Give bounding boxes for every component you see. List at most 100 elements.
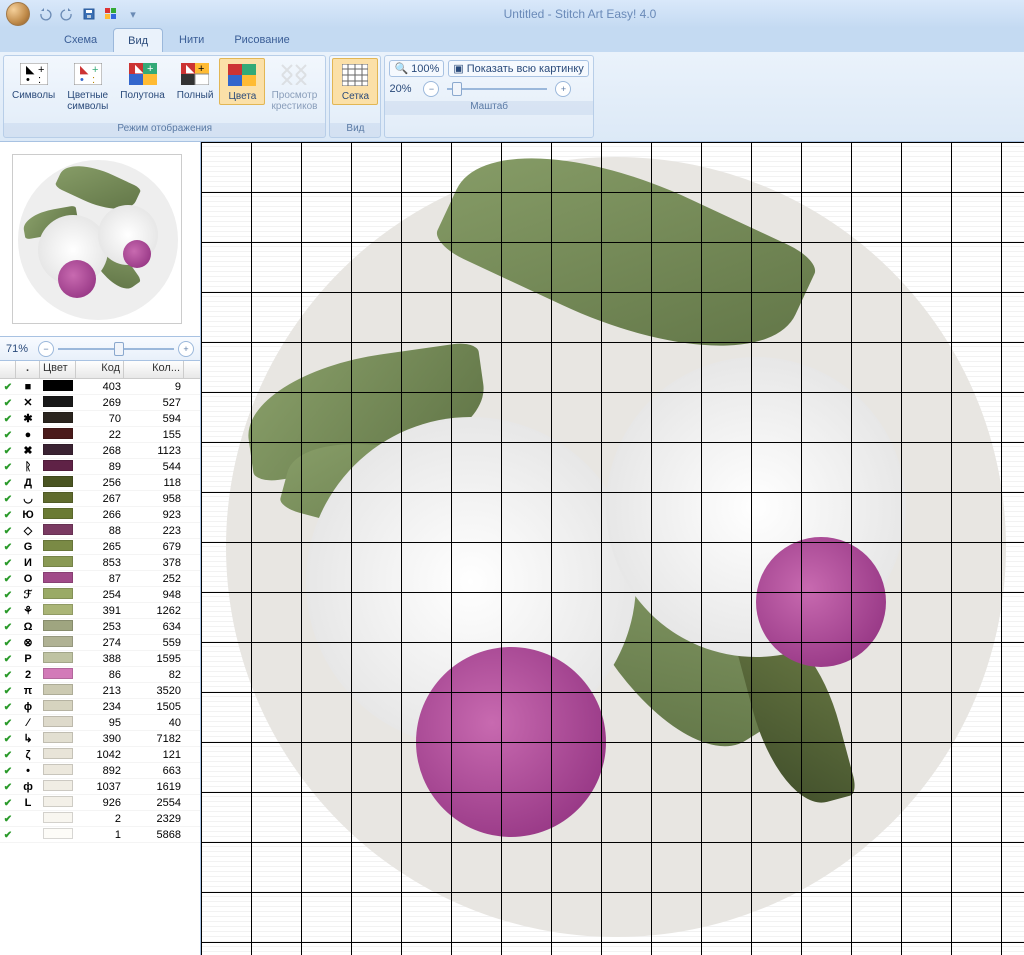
color-row[interactable]: ✔■4039 [0, 379, 200, 395]
swatch-cell [40, 828, 76, 842]
redo-icon[interactable] [58, 5, 76, 23]
symbol-cell: ◇ [16, 524, 40, 537]
zoom-percent-label: 20% [389, 83, 419, 95]
color-row[interactable]: ✔L9262554 [0, 795, 200, 811]
zoom-slider-thumb[interactable] [452, 82, 462, 96]
code-cell: 274 [76, 637, 124, 649]
header-count[interactable]: Кол... [124, 361, 184, 378]
swatch-cell [40, 428, 76, 442]
svg-text:+: + [198, 63, 204, 75]
code-cell: 268 [76, 445, 124, 457]
palette-icon[interactable] [102, 5, 120, 23]
preview-image[interactable] [12, 154, 182, 324]
grid-button[interactable]: Сетка [332, 58, 378, 105]
header-code[interactable]: Код [76, 361, 124, 378]
preview-cross-button: Просмотр крестиков [265, 58, 323, 114]
color-row[interactable]: ✔✱70594 [0, 411, 200, 427]
zoom-100-button[interactable]: 🔍 100% [389, 60, 444, 77]
pattern-background [226, 157, 1006, 937]
colors-button[interactable]: Цвета [219, 58, 265, 105]
code-cell: 253 [76, 621, 124, 633]
swatch-cell [40, 796, 76, 810]
color-row[interactable]: ✔15868 [0, 827, 200, 843]
color-table-header[interactable]: . Цвет Код Кол... [0, 361, 200, 379]
check-icon: ✔ [0, 637, 16, 649]
zoom-in-button[interactable]: + [555, 81, 571, 97]
check-icon: ✔ [0, 701, 16, 713]
symbol-cell: ◡ [16, 492, 40, 505]
color-row[interactable]: ✔↳3907182 [0, 731, 200, 747]
zoom-slider[interactable] [447, 88, 547, 90]
color-row[interactable]: ✔ф10371619 [0, 779, 200, 795]
code-cell: 1042 [76, 749, 124, 761]
color-row[interactable]: ✔●22155 [0, 427, 200, 443]
app-orb-icon[interactable] [6, 2, 30, 26]
halftones-button[interactable]: ◣+ Полутона [114, 58, 170, 103]
tab-threads[interactable]: Нити [165, 28, 218, 52]
check-icon: ✔ [0, 797, 16, 809]
color-row[interactable]: ✔◡267958 [0, 491, 200, 507]
color-row[interactable]: ✔22329 [0, 811, 200, 827]
color-table[interactable]: . Цвет Код Кол... ✔■4039✔✕269527✔✱70594✔… [0, 361, 200, 955]
color-row[interactable]: ✔И853378 [0, 555, 200, 571]
check-icon: ✔ [0, 781, 16, 793]
header-symbol[interactable]: . [16, 361, 40, 378]
color-row[interactable]: ✔ℱ254948 [0, 587, 200, 603]
color-row[interactable]: ✔∕9540 [0, 715, 200, 731]
color-row[interactable]: ✔Р3881595 [0, 651, 200, 667]
header-color[interactable]: Цвет [40, 361, 76, 378]
color-row[interactable]: ✔G265679 [0, 539, 200, 555]
color-row[interactable]: ✔Ю266923 [0, 507, 200, 523]
color-row[interactable]: ✔ζ1042121 [0, 747, 200, 763]
color-row[interactable]: ✔ϕ2341505 [0, 699, 200, 715]
code-cell: 388 [76, 653, 124, 665]
save-icon[interactable] [80, 5, 98, 23]
swatch-cell [40, 524, 76, 538]
color-row[interactable]: ✔⚘3911262 [0, 603, 200, 619]
swatch-cell [40, 556, 76, 570]
color-row[interactable]: ✔◇88223 [0, 523, 200, 539]
color-row[interactable]: ✔28682 [0, 667, 200, 683]
symbols-button[interactable]: ◣+•: Символы [6, 58, 61, 103]
count-cell: 118 [124, 477, 184, 489]
color-row[interactable]: ✔Ω253634 [0, 619, 200, 635]
canvas[interactable] [201, 142, 1024, 955]
swatch-cell [40, 780, 76, 794]
symbol-cell: ↳ [16, 732, 40, 745]
color-row[interactable]: ✔ᚱ89544 [0, 459, 200, 475]
color-row[interactable]: ✔π2133520 [0, 683, 200, 699]
color-row[interactable]: ✔О87252 [0, 571, 200, 587]
tab-scheme[interactable]: Схема [50, 28, 111, 52]
show-whole-image-button[interactable]: ▣ Показать всю картинку [448, 60, 589, 77]
preview-zoom-slider[interactable] [58, 348, 174, 350]
swatch-cell [40, 508, 76, 522]
preview-zoom-out-button[interactable]: − [38, 341, 54, 357]
zoom-out-button[interactable]: − [423, 81, 439, 97]
count-cell: 155 [124, 429, 184, 441]
code-cell: 265 [76, 541, 124, 553]
tab-view[interactable]: Вид [113, 28, 163, 52]
symbol-cell: ✖ [16, 444, 40, 457]
count-cell: 1619 [124, 781, 184, 793]
full-button[interactable]: ◣+ Полный [171, 58, 220, 103]
color-row[interactable]: ✔Д256118 [0, 475, 200, 491]
swatch-cell [40, 716, 76, 730]
header-check[interactable] [0, 361, 16, 378]
grid-icon [339, 61, 371, 89]
preview-zoom-in-button[interactable]: + [178, 341, 194, 357]
swatch-cell [40, 572, 76, 586]
swatch-cell [40, 492, 76, 506]
color-row[interactable]: ✔•892663 [0, 763, 200, 779]
preview-zoom-slider-thumb[interactable] [114, 342, 124, 356]
undo-icon[interactable] [36, 5, 54, 23]
color-row[interactable]: ✔✕269527 [0, 395, 200, 411]
tab-drawing[interactable]: Рисование [220, 28, 303, 52]
color-row[interactable]: ✔⊗274559 [0, 635, 200, 651]
svg-text:◣: ◣ [135, 63, 144, 75]
symbol-cell: • [16, 765, 40, 777]
color-row[interactable]: ✔✖2681123 [0, 443, 200, 459]
count-cell: 958 [124, 493, 184, 505]
qat-dropdown-icon[interactable]: ▾ [124, 5, 142, 23]
color-symbols-button[interactable]: ◣+•: Цветные символы [61, 58, 114, 114]
symbol-cell: ✱ [16, 412, 40, 425]
